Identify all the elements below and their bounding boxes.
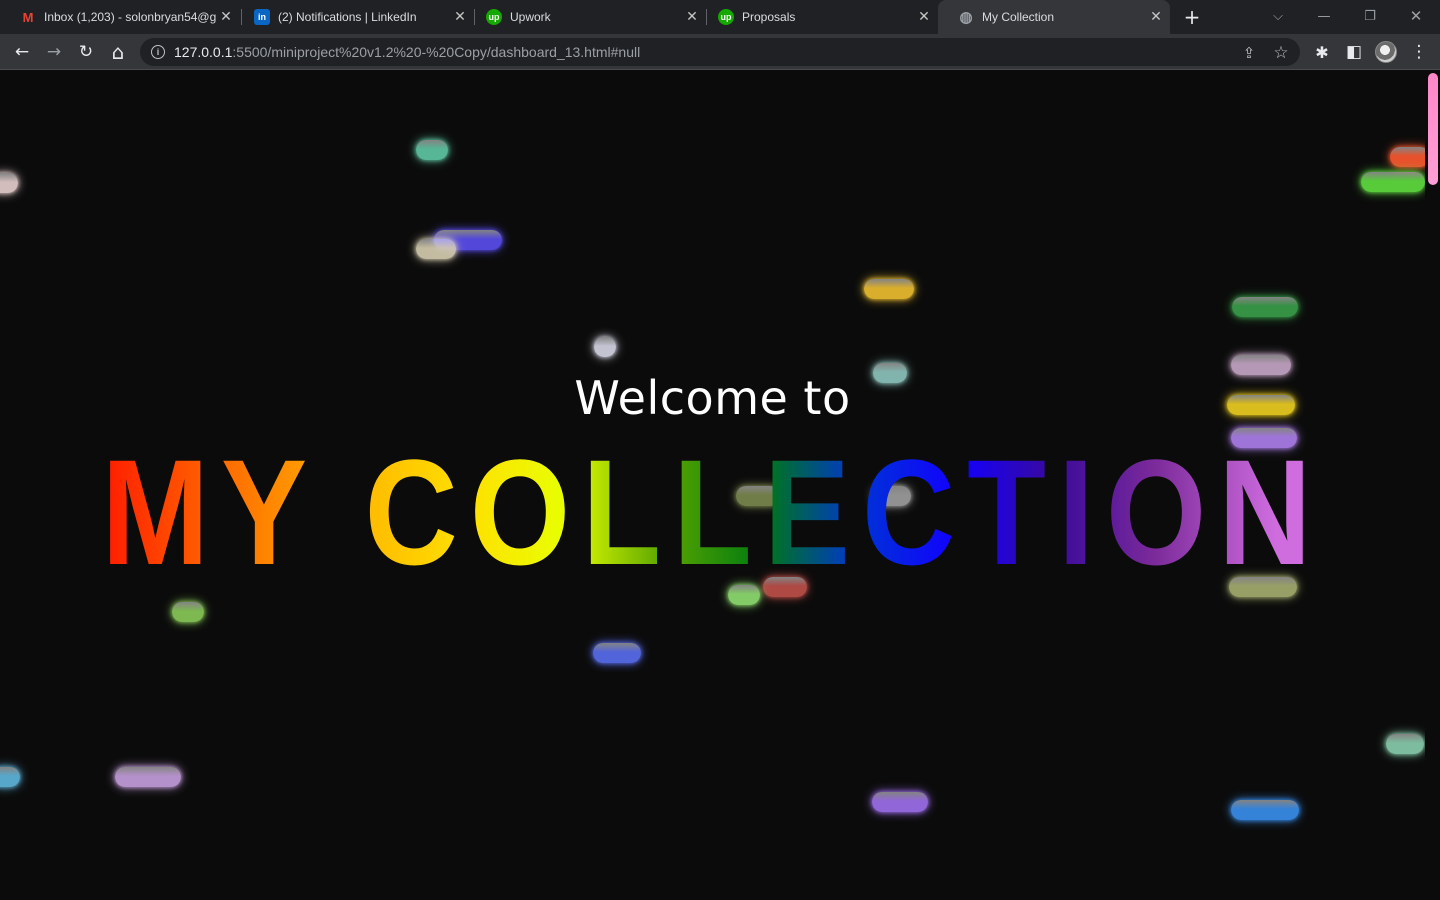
floating-pill <box>594 337 616 357</box>
tab-title: Inbox (1,203) - solonbryan54@g <box>44 10 216 24</box>
address-bar[interactable]: i 127.0.0.1:5500/miniproject%20v1.2%20-%… <box>140 38 1300 66</box>
extensions-icon[interactable]: ✱ <box>1308 38 1336 66</box>
tab-upwork[interactable]: up Upwork ✕ <box>466 0 706 34</box>
restore-icon[interactable]: ❐ <box>1358 4 1382 28</box>
browser-toolbar: ← → ↻ ⌂ i 127.0.0.1:5500/miniproject%20v… <box>0 34 1440 70</box>
window-close-icon[interactable]: ✕ <box>1404 4 1428 28</box>
collection-heading: MY COLLECTION <box>101 428 1324 596</box>
bookmark-star-icon[interactable]: ☆ <box>1270 42 1292 64</box>
floating-pill <box>864 279 914 299</box>
scrollbar-thumb[interactable] <box>1428 73 1438 185</box>
globe-icon: ◍ <box>959 9 973 26</box>
gmail-icon: M <box>22 9 34 25</box>
close-icon[interactable]: ✕ <box>216 7 236 27</box>
tab-title: My Collection <box>982 10 1055 24</box>
tab-search-icon[interactable]: ⌵ <box>1266 4 1290 28</box>
floating-pill <box>0 767 20 787</box>
upwork-icon: up <box>486 9 502 25</box>
side-panel-icon[interactable]: ◧ <box>1340 38 1368 66</box>
floating-pill <box>1386 734 1424 754</box>
url-text: 127.0.0.1:5500/miniproject%20v1.2%20-%20… <box>174 44 640 60</box>
back-icon[interactable]: ← <box>8 38 36 66</box>
floating-pill <box>872 792 928 812</box>
profile-avatar[interactable] <box>1375 41 1397 63</box>
forward-icon[interactable]: → <box>40 38 68 66</box>
linkedin-icon: in <box>254 9 270 25</box>
minimize-icon[interactable]: — <box>1312 4 1336 28</box>
floating-pill <box>1231 800 1299 820</box>
floating-pill <box>1232 297 1298 317</box>
share-icon[interactable]: ⇪ <box>1238 42 1260 64</box>
site-info-icon[interactable]: i <box>151 45 165 59</box>
close-icon[interactable]: ✕ <box>1146 7 1166 27</box>
tab-title: Proposals <box>742 10 796 24</box>
welcome-text: Welcome to <box>574 371 851 425</box>
floating-pill <box>172 602 204 622</box>
floating-pill <box>593 643 641 663</box>
floating-pill <box>115 767 181 787</box>
url-host: 127.0.0.1 <box>174 44 233 60</box>
floating-pill <box>0 173 18 193</box>
tab-title: Upwork <box>510 10 551 24</box>
menu-icon[interactable]: ⋮ <box>1405 38 1433 66</box>
scrollbar[interactable] <box>1425 71 1440 900</box>
floating-pill <box>1390 147 1430 167</box>
page-viewport: Welcome to MY COLLECTION <box>0 71 1440 900</box>
floating-pill <box>1361 172 1425 192</box>
url-path: :5500/miniproject%20v1.2%20-%20Copy/dash… <box>232 44 641 60</box>
floating-pill <box>416 239 456 259</box>
new-tab-button[interactable]: + <box>1180 5 1204 29</box>
upwork-icon: up <box>718 9 734 25</box>
home-icon[interactable]: ⌂ <box>104 38 132 66</box>
reload-icon[interactable]: ↻ <box>72 38 100 66</box>
tab-proposals[interactable]: up Proposals ✕ <box>698 0 938 34</box>
floating-pill <box>416 140 448 160</box>
tab-my-collection[interactable]: ◍ My Collection ✕ <box>938 0 1170 34</box>
close-icon[interactable]: ✕ <box>914 7 934 27</box>
tab-strip: M Inbox (1,203) - solonbryan54@g ✕ in (2… <box>0 0 1440 34</box>
tab-linkedin[interactable]: in (2) Notifications | LinkedIn ✕ <box>234 0 474 34</box>
tab-title: (2) Notifications | LinkedIn <box>278 10 417 24</box>
tab-gmail[interactable]: M Inbox (1,203) - solonbryan54@g ✕ <box>0 0 240 34</box>
